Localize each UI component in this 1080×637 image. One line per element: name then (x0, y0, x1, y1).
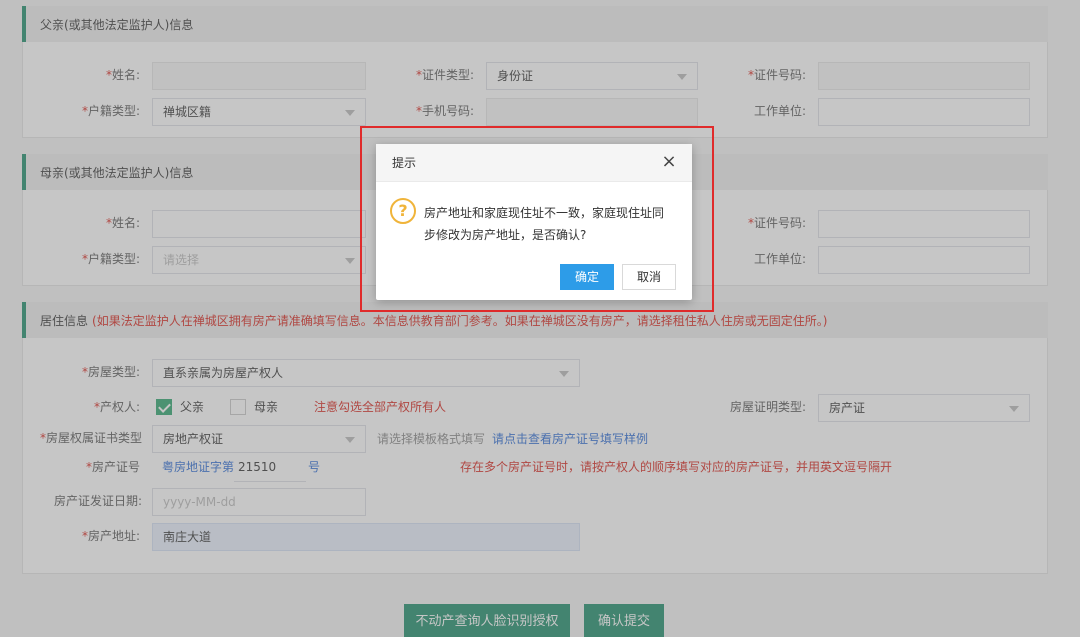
dialog-title: 提示 (376, 144, 692, 182)
modal-overlay[interactable] (0, 0, 1080, 637)
cancel-button[interactable]: 取消 (622, 264, 676, 290)
confirm-dialog: 提示 × ? 房产地址和家庭现住址不一致，家庭现住址同步修改为房产地址，是否确认… (376, 144, 692, 300)
question-icon: ? (390, 198, 416, 224)
confirm-button[interactable]: 确定 (560, 264, 614, 290)
close-icon[interactable]: × (660, 153, 678, 171)
dialog-message: 房产地址和家庭现住址不一致，家庭现住址同步修改为房产地址，是否确认? (424, 206, 665, 242)
